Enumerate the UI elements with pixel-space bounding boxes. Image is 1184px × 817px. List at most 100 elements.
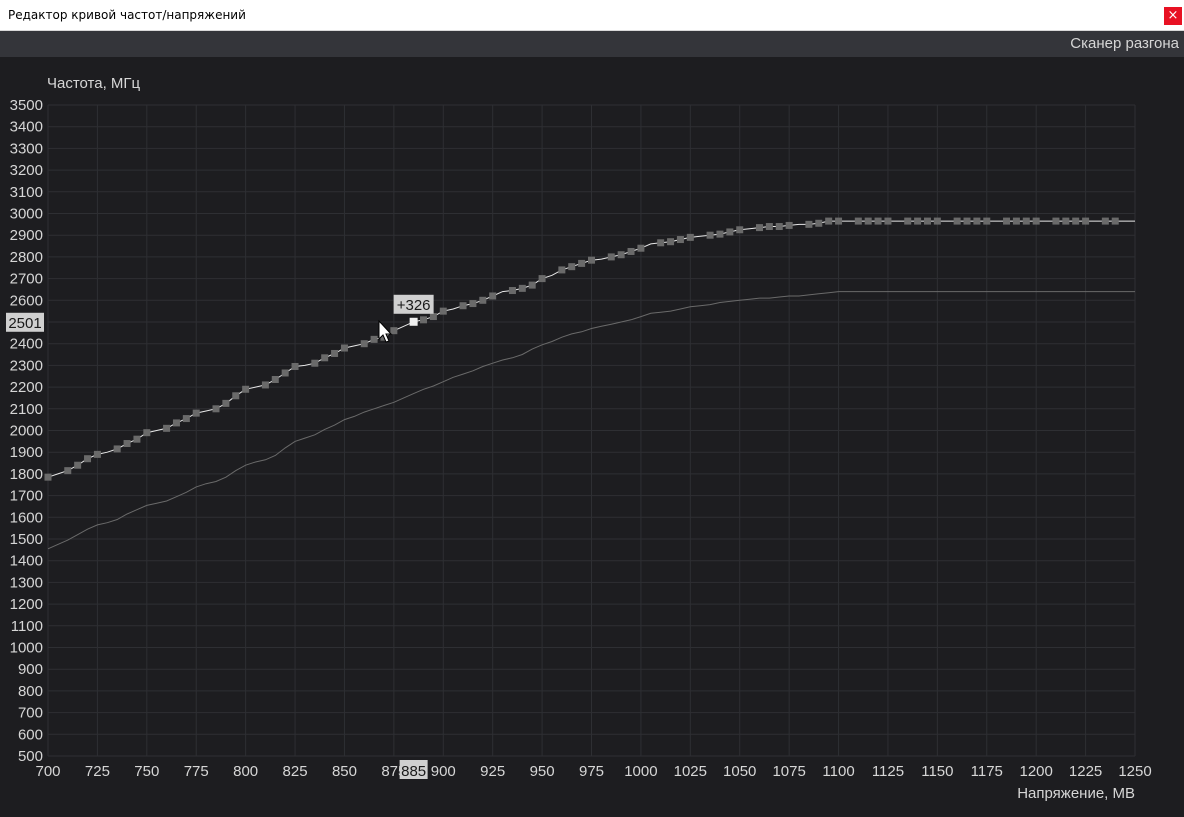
curve-point[interactable] bbox=[637, 244, 645, 252]
curve-point[interactable] bbox=[1072, 217, 1080, 225]
curve-point[interactable] bbox=[331, 349, 339, 357]
curve-point[interactable] bbox=[568, 263, 576, 271]
curve-point[interactable] bbox=[518, 284, 526, 292]
curve-point[interactable] bbox=[1012, 217, 1020, 225]
curve-point[interactable] bbox=[420, 316, 428, 324]
curve-point[interactable] bbox=[1082, 217, 1090, 225]
curve-point[interactable] bbox=[815, 219, 823, 227]
y-tick-label: 2200 bbox=[10, 379, 43, 396]
y-tick-label: 2000 bbox=[10, 423, 43, 440]
curve-point[interactable] bbox=[933, 217, 941, 225]
curve-point[interactable] bbox=[805, 220, 813, 228]
curve-point[interactable] bbox=[242, 385, 250, 393]
curve-point[interactable] bbox=[914, 217, 922, 225]
curve-point[interactable] bbox=[578, 259, 586, 267]
curve-point[interactable] bbox=[123, 440, 131, 448]
overclock-scanner-button[interactable]: Сканер разгона bbox=[1070, 35, 1179, 52]
curve-point[interactable] bbox=[676, 236, 684, 244]
curve-point[interactable] bbox=[1052, 217, 1060, 225]
curve-point[interactable] bbox=[904, 217, 912, 225]
curve-point[interactable] bbox=[133, 435, 141, 443]
curve-point[interactable] bbox=[1032, 217, 1040, 225]
curve-point[interactable] bbox=[736, 226, 744, 234]
x-tick-label: 800 bbox=[233, 763, 258, 780]
vf-curve-chart[interactable]: 5006007008009001000110012001300140015001… bbox=[0, 57, 1184, 817]
curve-point[interactable] bbox=[84, 455, 92, 463]
curve-point[interactable] bbox=[923, 217, 931, 225]
curve-point[interactable] bbox=[479, 296, 487, 304]
curve-point[interactable] bbox=[271, 376, 279, 384]
curve-point[interactable] bbox=[884, 217, 892, 225]
curve-point[interactable] bbox=[489, 292, 497, 300]
curve-point[interactable] bbox=[370, 335, 378, 343]
curve-point[interactable] bbox=[429, 313, 437, 321]
curve-point[interactable] bbox=[390, 327, 398, 335]
curve-point[interactable] bbox=[212, 405, 220, 413]
y-tick-label: 700 bbox=[18, 705, 43, 722]
curve-point[interactable] bbox=[459, 302, 467, 310]
y-tick-label: 1200 bbox=[10, 596, 43, 613]
x-value-readout: 885 bbox=[401, 763, 426, 780]
curve-point[interactable] bbox=[558, 266, 566, 274]
curve-point[interactable] bbox=[775, 223, 783, 231]
curve-point[interactable] bbox=[755, 224, 763, 232]
curve-point[interactable] bbox=[74, 461, 82, 469]
curve-point[interactable] bbox=[469, 300, 477, 308]
selected-point[interactable] bbox=[409, 317, 418, 326]
curve-point[interactable] bbox=[261, 381, 269, 389]
curve-point[interactable] bbox=[706, 231, 714, 239]
curve-point[interactable] bbox=[143, 429, 151, 437]
title-bar: Редактор кривой частот/напряжений × bbox=[0, 0, 1184, 31]
curve-point[interactable] bbox=[182, 415, 190, 423]
curve-point[interactable] bbox=[340, 344, 348, 352]
curve-point[interactable] bbox=[1003, 217, 1011, 225]
curve-point[interactable] bbox=[765, 223, 773, 231]
curve-point[interactable] bbox=[726, 228, 734, 236]
curve-point[interactable] bbox=[716, 230, 724, 238]
curve-point[interactable] bbox=[874, 217, 882, 225]
curve-point[interactable] bbox=[785, 221, 793, 229]
curve-point[interactable] bbox=[222, 399, 230, 407]
curve-point[interactable] bbox=[311, 359, 319, 367]
x-tick-label: 950 bbox=[530, 763, 555, 780]
curve-point[interactable] bbox=[232, 392, 240, 400]
curve-point[interactable] bbox=[686, 233, 694, 241]
curve-point[interactable] bbox=[983, 217, 991, 225]
curve-point[interactable] bbox=[588, 256, 595, 264]
y-tick-label: 1700 bbox=[10, 488, 43, 505]
close-icon[interactable]: × bbox=[1164, 7, 1182, 25]
curve-point[interactable] bbox=[291, 362, 299, 370]
curve-point[interactable] bbox=[44, 473, 52, 481]
curve-point[interactable] bbox=[93, 450, 101, 458]
curve-point[interactable] bbox=[953, 217, 961, 225]
curve-point[interactable] bbox=[1062, 217, 1070, 225]
curve-point[interactable] bbox=[617, 251, 625, 259]
curve-point[interactable] bbox=[439, 307, 447, 315]
curve-point[interactable] bbox=[192, 409, 200, 417]
curve-point[interactable] bbox=[657, 239, 665, 247]
curve-point[interactable] bbox=[1101, 217, 1109, 225]
curve-point[interactable] bbox=[172, 419, 180, 427]
curve-point[interactable] bbox=[321, 354, 329, 362]
x-tick-label: 1000 bbox=[624, 763, 657, 780]
curve-point[interactable] bbox=[854, 217, 862, 225]
curve-point[interactable] bbox=[528, 281, 536, 289]
curve-point[interactable] bbox=[864, 217, 872, 225]
curve-point[interactable] bbox=[113, 445, 121, 453]
curve-point[interactable] bbox=[1022, 217, 1030, 225]
curve-point[interactable] bbox=[825, 217, 833, 225]
curve-point[interactable] bbox=[963, 217, 971, 225]
curve-point[interactable] bbox=[538, 275, 546, 283]
curve-point[interactable] bbox=[667, 238, 675, 246]
curve-point[interactable] bbox=[360, 340, 368, 348]
curve-point[interactable] bbox=[1111, 217, 1119, 225]
curve-point[interactable] bbox=[973, 217, 981, 225]
curve-point[interactable] bbox=[627, 247, 635, 255]
vf-curve-plot[interactable]: 500 600 700 800 900 1000 1100 1200 1300 1400 1500 1… bbox=[0, 57, 1184, 817]
curve-point[interactable] bbox=[163, 424, 171, 432]
curve-point[interactable] bbox=[835, 217, 843, 225]
curve-point[interactable] bbox=[281, 369, 289, 377]
curve-point[interactable] bbox=[607, 253, 615, 261]
curve-point[interactable] bbox=[64, 467, 72, 475]
curve-point[interactable] bbox=[508, 287, 516, 295]
